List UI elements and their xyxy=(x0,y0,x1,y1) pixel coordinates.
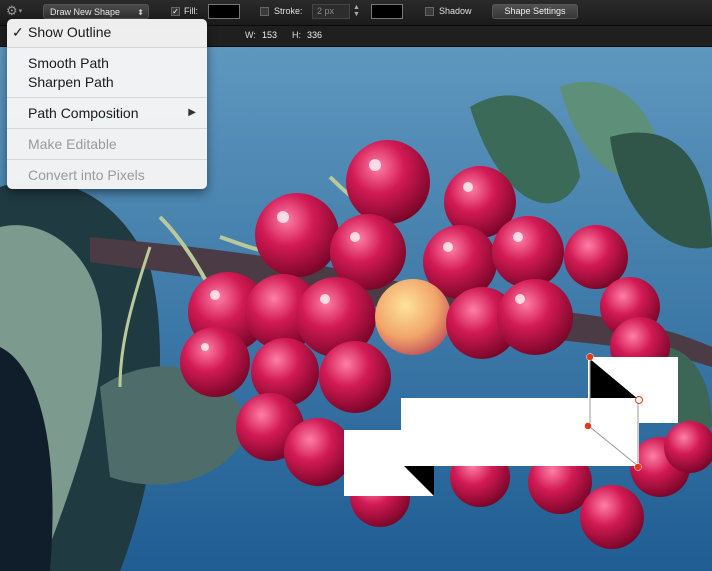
shadow-checkbox[interactable] xyxy=(425,7,434,16)
submenu-arrow-icon: ▶ xyxy=(188,107,196,118)
menu-separator xyxy=(7,97,207,98)
shape-mode-popup[interactable]: Draw New Shape ⬍ xyxy=(43,4,149,19)
menu-separator xyxy=(7,159,207,160)
popup-arrows-icon: ⬍ xyxy=(137,8,144,17)
stroke-color-swatch[interactable] xyxy=(371,4,403,19)
stroke-width-stepper-icon[interactable]: ▲ ▼ xyxy=(352,4,361,19)
shape-settings-button[interactable]: Shape Settings xyxy=(492,4,578,19)
height-label: H: xyxy=(292,30,301,40)
anchor-point[interactable] xyxy=(584,422,592,430)
menu-separator xyxy=(7,128,207,129)
stroke-width-field[interactable]: 2 px xyxy=(312,4,350,19)
menu-item-label: Show Outline xyxy=(28,24,112,40)
fill-color-swatch[interactable] xyxy=(208,4,240,19)
height-value: 336 xyxy=(307,30,323,40)
fill-checkbox[interactable]: ✓ xyxy=(171,7,180,16)
menu-item-path-composition[interactable]: Path Composition ▶ xyxy=(7,104,207,122)
menu-item-make-editable: Make Editable xyxy=(7,135,207,153)
width-value: 153 xyxy=(262,30,278,40)
stroke-checkbox[interactable] xyxy=(260,7,269,16)
menu-item-label: Path Composition xyxy=(28,105,139,121)
width-label: W: xyxy=(245,30,256,40)
fill-label: Fill: xyxy=(184,6,198,16)
shape-mode-label: Draw New Shape xyxy=(50,7,121,17)
menu-item-show-outline[interactable]: ✓ Show Outline xyxy=(7,23,207,41)
menu-item-label: Sharpen Path xyxy=(28,74,114,90)
stroke-label: Stroke: xyxy=(274,6,303,16)
checkmark-icon: ✓ xyxy=(12,24,24,40)
menu-item-label: Make Editable xyxy=(28,136,117,152)
menu-separator xyxy=(7,47,207,48)
anchor-point[interactable] xyxy=(635,396,643,404)
anchor-point[interactable] xyxy=(634,463,642,471)
shadow-label: Shadow xyxy=(439,6,472,16)
menu-item-label: Convert into Pixels xyxy=(28,167,145,183)
anchor-point[interactable] xyxy=(586,353,594,361)
menu-item-sharpen-path[interactable]: Sharpen Path xyxy=(7,73,207,91)
context-menu: ✓ Show Outline Smooth Path Sharpen Path … xyxy=(7,19,207,189)
menu-item-convert-pixels: Convert into Pixels xyxy=(7,166,207,184)
menu-item-smooth-path[interactable]: Smooth Path xyxy=(7,54,207,72)
menu-item-label: Smooth Path xyxy=(28,55,109,71)
